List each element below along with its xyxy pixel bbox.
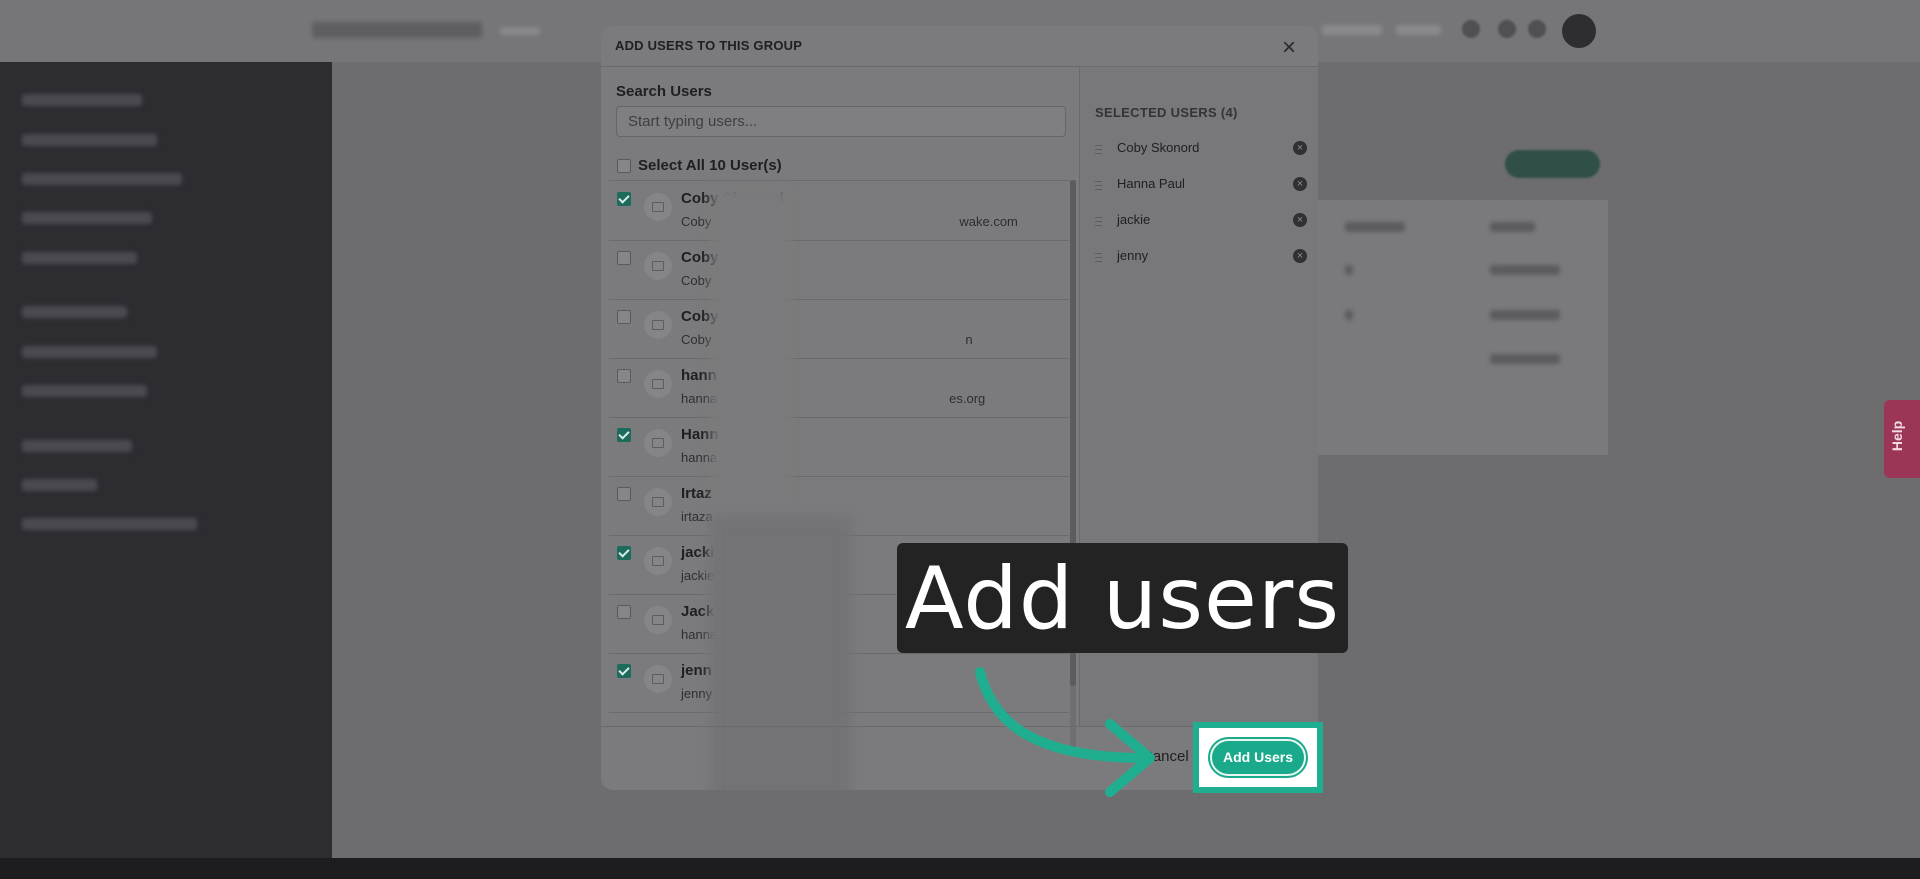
user-name: Irtaz xyxy=(681,485,712,502)
create-group-button[interactable] xyxy=(1505,150,1600,178)
sidebar-item[interactable] xyxy=(22,212,152,224)
bottom-bar xyxy=(0,858,1920,879)
user-email: irtaza xyxy=(681,509,713,524)
remove-icon[interactable]: × xyxy=(1293,249,1307,263)
brand-logo[interactable] xyxy=(312,22,482,38)
user-checkbox[interactable] xyxy=(617,487,631,501)
user-name: jacki xyxy=(681,544,715,561)
user-email-start: jenny xyxy=(681,686,713,701)
image-placeholder-icon xyxy=(644,429,672,457)
selected-user-name: jenny xyxy=(1117,248,1149,263)
user-checkbox[interactable] xyxy=(617,664,631,678)
drag-handle-icon[interactable] xyxy=(1095,217,1102,226)
user-email-start: Coby xyxy=(681,332,712,347)
user-email-start: jackie xyxy=(681,568,715,583)
selected-user-name: Hanna Paul xyxy=(1117,176,1185,191)
nav-item[interactable] xyxy=(1322,25,1382,35)
search-label: Search Users xyxy=(616,83,712,100)
user-email-end: es.org xyxy=(949,391,986,406)
user-email-start: Coby xyxy=(681,273,712,288)
user-avatar[interactable] xyxy=(1562,14,1596,48)
selected-user-item[interactable]: jenny × xyxy=(1095,247,1307,267)
sidebar-item[interactable] xyxy=(22,346,157,358)
image-placeholder-icon xyxy=(644,547,672,575)
tutorial-arrow-icon xyxy=(975,667,1155,797)
user-checkbox[interactable] xyxy=(617,605,631,619)
user-checkbox[interactable] xyxy=(617,310,631,324)
selected-user-item[interactable]: jackie × xyxy=(1095,211,1307,231)
user-email-start: Coby xyxy=(681,214,712,229)
sidebar-item[interactable] xyxy=(22,479,97,491)
user-row[interactable]: Coby Coby n xyxy=(609,299,1069,359)
nav-item[interactable] xyxy=(1396,25,1441,35)
image-placeholder-icon xyxy=(644,606,672,634)
user-checkbox[interactable] xyxy=(617,428,631,442)
drag-handle-icon[interactable] xyxy=(1095,253,1102,262)
caption-text: Add users xyxy=(904,549,1341,649)
add-users-button[interactable]: Add Users xyxy=(1210,739,1306,776)
image-placeholder-icon xyxy=(644,193,672,221)
image-placeholder-icon xyxy=(644,665,672,693)
remove-icon[interactable]: × xyxy=(1293,213,1307,227)
brand-subtitle xyxy=(500,27,540,35)
selected-user-item[interactable]: Hanna Paul × xyxy=(1095,175,1307,195)
remove-icon[interactable]: × xyxy=(1293,177,1307,191)
image-placeholder-icon xyxy=(644,311,672,339)
user-checkbox[interactable] xyxy=(617,369,631,383)
user-checkbox[interactable] xyxy=(617,546,631,560)
user-email-start: irtaza xyxy=(681,509,713,524)
user-row[interactable]: Coby SkonordCobywake.com xyxy=(609,181,1069,241)
sidebar-item[interactable] xyxy=(22,518,197,530)
user-row[interactable]: hann hanna es.org xyxy=(609,358,1069,418)
bell-icon[interactable] xyxy=(1498,20,1516,38)
user-name: jenn xyxy=(681,662,712,679)
user-email: Coby xyxy=(681,273,711,288)
user-email: jenny xyxy=(681,686,712,701)
sidebar-item[interactable] xyxy=(22,94,142,106)
user-email-end: n xyxy=(965,332,973,347)
modal-title: ADD USERS TO THIS GROUP xyxy=(615,38,803,53)
user-row[interactable]: Coby Coby xyxy=(609,240,1069,300)
image-placeholder-icon xyxy=(644,370,672,398)
sidebar-item[interactable] xyxy=(22,252,137,264)
search-input[interactable] xyxy=(616,106,1066,137)
user-checkbox[interactable] xyxy=(617,251,631,265)
user-email: jackie xyxy=(681,568,714,583)
drag-handle-icon[interactable] xyxy=(1095,145,1102,154)
close-icon[interactable]: × xyxy=(1282,34,1296,62)
image-placeholder-icon xyxy=(644,252,672,280)
user-email-end: wake.com xyxy=(959,214,1018,229)
rocket-icon[interactable] xyxy=(1462,20,1480,38)
sidebar-item[interactable] xyxy=(22,173,182,185)
sidebar-item[interactable] xyxy=(22,385,147,397)
select-all-label: Select All 10 User(s) xyxy=(638,157,782,174)
drag-handle-icon[interactable] xyxy=(1095,181,1102,190)
sidebar-item[interactable] xyxy=(22,306,127,318)
sidebar-item[interactable] xyxy=(22,440,132,452)
image-placeholder-icon xyxy=(644,488,672,516)
redaction-blur xyxy=(711,516,851,790)
sidebar xyxy=(0,62,332,879)
select-all-checkbox[interactable] xyxy=(617,159,631,173)
selected-user-name: Coby Skonord xyxy=(1117,140,1200,155)
help-label: Help xyxy=(1889,420,1906,452)
user-checkbox[interactable] xyxy=(617,192,631,206)
selected-user-name: jackie xyxy=(1117,212,1151,227)
tutorial-caption: Add users xyxy=(897,543,1348,653)
remove-icon[interactable]: × xyxy=(1293,141,1307,155)
selected-user-item[interactable]: Coby Skonord × xyxy=(1095,139,1307,159)
user-name: Jack xyxy=(681,603,715,620)
sidebar-item[interactable] xyxy=(22,134,157,146)
help-tab[interactable]: Help xyxy=(1884,400,1920,478)
user-row[interactable]: Hann hanna xyxy=(609,417,1069,477)
gear-icon[interactable] xyxy=(1528,20,1546,38)
selected-users-title: SELECTED USERS (4) xyxy=(1095,105,1238,120)
